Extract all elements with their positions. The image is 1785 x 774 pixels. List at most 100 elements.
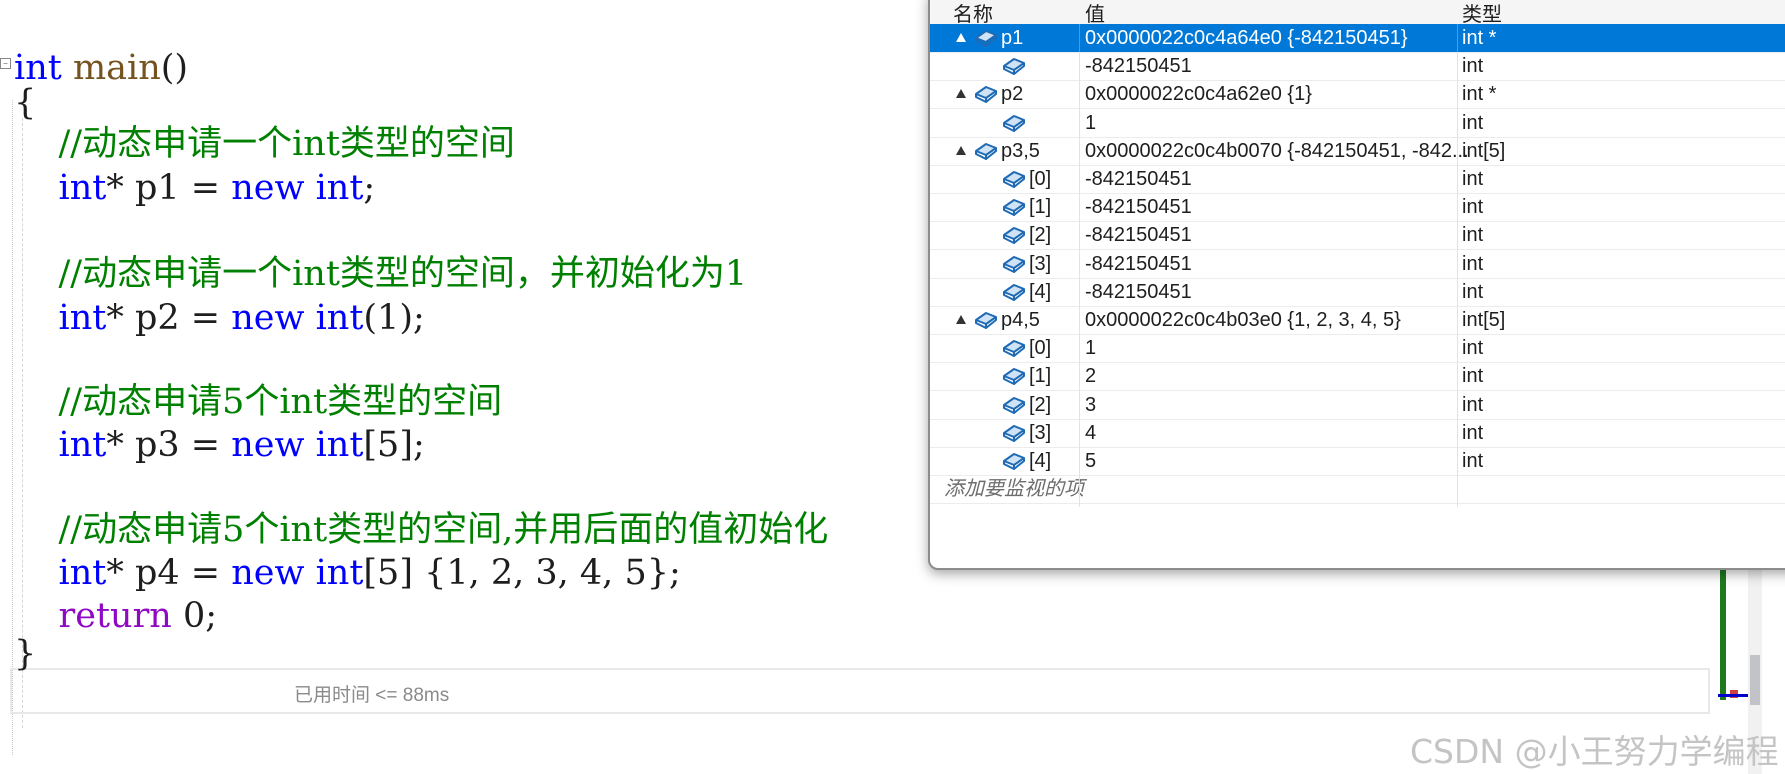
watch-type: int * [1462,83,1497,106]
expand-triangle-icon[interactable] [956,33,966,42]
watch-value[interactable]: 5 [1085,449,1096,473]
watch-row[interactable]: [4] 5 int [930,447,1785,479]
watch-row[interactable]: [1] 2 int [930,362,1785,395]
watch-row[interactable]: [4] -842150451 int [930,277,1785,310]
watch-row[interactable]: p4,5 0x0000022c0c4b03e0 {1, 2, 3, 4, 5} in… [930,306,1785,338]
column-divider [1079,418,1080,451]
variable-object-icon [1001,252,1027,276]
code-comment: //动态申请5个int类型的空间,并用后面的值初始化 [14,510,829,550]
code-line[interactable]: //动态申请5个int类型的空间 [14,380,503,424]
watch-value[interactable]: 0x0000022c0c4a64e0 {-842150451} [1085,26,1408,50]
watch-value[interactable]: 1 [1085,111,1096,135]
column-divider [1079,80,1080,113]
column-divider [1457,362,1458,395]
watch-row[interactable]: [0] -842150451 int [930,165,1785,197]
watch-name[interactable]: [4] [1029,449,1051,473]
watch-type: int [1462,224,1484,247]
variable-object-icon [1001,449,1027,473]
watch-name[interactable]: [3] [1029,421,1051,445]
code-token: * p3 = [106,425,232,465]
watch-name[interactable]: p4,5 [1001,308,1040,332]
code-line[interactable]: { [14,81,36,125]
watch-row[interactable]: [1] -842150451 int [930,193,1785,226]
watch-value[interactable]: -842150451 [1085,280,1192,304]
watch-name[interactable]: [4] [1029,280,1051,304]
watch-name[interactable]: [2] [1029,223,1051,247]
variable-object-icon [1001,111,1027,135]
scrollbar-thumb[interactable] [1750,655,1760,705]
code-line[interactable]: return 0; [14,594,218,638]
code-line[interactable]: //动态申请5个int类型的空间,并用后面的值初始化 [14,508,829,552]
watch-type: int [1462,280,1484,303]
watch-window[interactable]: 名称 值 类型 p1 0x0000022c0c4a64e0 {-842150451… [928,0,1785,570]
watch-row[interactable]: p2 0x0000022c0c4a62e0 {1} int * [930,80,1785,113]
watch-name[interactable]: [3] [1029,252,1051,276]
watch-row[interactable]: [2] -842150451 int [930,221,1785,254]
watch-row[interactable]: p1 0x0000022c0c4a64e0 {-842150451} int * [930,24,1785,56]
fold-collapse-icon[interactable]: − [0,58,11,69]
watch-row[interactable]: p3,5 0x0000022c0c4b0070 {-842150451, -842… [930,136,1785,169]
code-token: * p4 = [106,553,232,593]
code-line[interactable]: } [14,632,36,676]
watch-name[interactable]: [0] [1029,167,1051,191]
variable-object-icon [1001,54,1027,78]
watch-value[interactable]: 1 [1085,336,1096,360]
watch-value[interactable]: 3 [1085,393,1096,417]
code-keyword: int [58,168,107,208]
code-line[interactable]: int* p4 = new int[5] {1, 2, 3, 4, 5}; [14,551,681,595]
column-divider [1457,390,1458,423]
watch-name[interactable]: p2 [1001,82,1023,106]
watch-row[interactable]: [3] -842150451 int [930,249,1785,282]
watch-value[interactable]: -842150451 [1085,167,1192,191]
watch-name[interactable]: [2] [1029,393,1051,417]
watch-name[interactable]: p3,5 [1001,139,1040,163]
watch-type: int [1462,421,1484,444]
variable-object-icon [1001,421,1027,445]
watch-row[interactable]: [2] 3 int [930,390,1785,423]
code-line[interactable]: int* p1 = new int; [14,166,376,210]
watch-value[interactable]: 0x0000022c0c4b0070 {-842150451, -842... [1085,139,1469,163]
code-line[interactable]: //动态申请一个int类型的空间 [14,122,515,166]
watch-type: int [1462,252,1484,275]
watch-row[interactable]: [3] 4 int [930,418,1785,451]
code-token: 0; [171,596,218,636]
column-header-name[interactable]: 名称 [953,0,993,27]
code-line[interactable]: //动态申请一个int类型的空间，并初始化为1 [14,252,748,296]
change-tracking-bar [1720,560,1726,700]
watch-name[interactable]: [1] [1029,195,1051,219]
add-watch-item-row[interactable]: 添加要监视的项 [930,475,1785,508]
watch-value[interactable]: 0x0000022c0c4b03e0 {1, 2, 3, 4, 5} [1085,308,1401,332]
watch-value[interactable]: 0x0000022c0c4a62e0 {1} [1085,82,1312,106]
column-divider [1079,165,1080,197]
watch-row[interactable]: 1 int [930,108,1785,141]
watch-row[interactable]: [0] 1 int [930,334,1785,367]
watch-name[interactable]: [1] [1029,364,1051,388]
watch-value[interactable]: -842150451 [1085,223,1192,247]
watch-value[interactable]: -842150451 [1085,54,1192,78]
expand-triangle-icon[interactable] [956,145,966,155]
code-line[interactable]: int* p3 = new int[5]; [14,423,425,467]
column-divider [1079,249,1080,282]
code-line[interactable]: int* p2 = new int(1); [14,296,425,340]
column-header-value[interactable]: 值 [1085,0,1105,27]
expand-triangle-icon[interactable] [956,315,966,324]
watch-value[interactable]: -842150451 [1085,195,1192,219]
column-divider [1457,136,1458,169]
variable-object-icon [1001,336,1027,360]
expand-triangle-icon[interactable] [956,89,966,99]
current-line-highlight [10,668,1710,714]
code-line[interactable]: int main() [14,46,188,90]
variable-object-icon [1001,167,1027,191]
watch-name[interactable]: [0] [1029,336,1051,360]
column-header-type[interactable]: 类型 [1462,0,1502,27]
code-token: main [72,48,161,88]
watch-value[interactable]: -842150451 [1085,252,1192,276]
watch-value[interactable]: 4 [1085,421,1096,445]
watch-row[interactable]: -842150451 int [930,52,1785,85]
watch-value[interactable]: 2 [1085,364,1096,388]
column-divider [1457,52,1458,85]
add-watch-placeholder[interactable]: 添加要监视的项 [944,477,1084,501]
code-token: (1); [363,298,425,338]
watch-name[interactable]: p1 [1001,26,1023,50]
